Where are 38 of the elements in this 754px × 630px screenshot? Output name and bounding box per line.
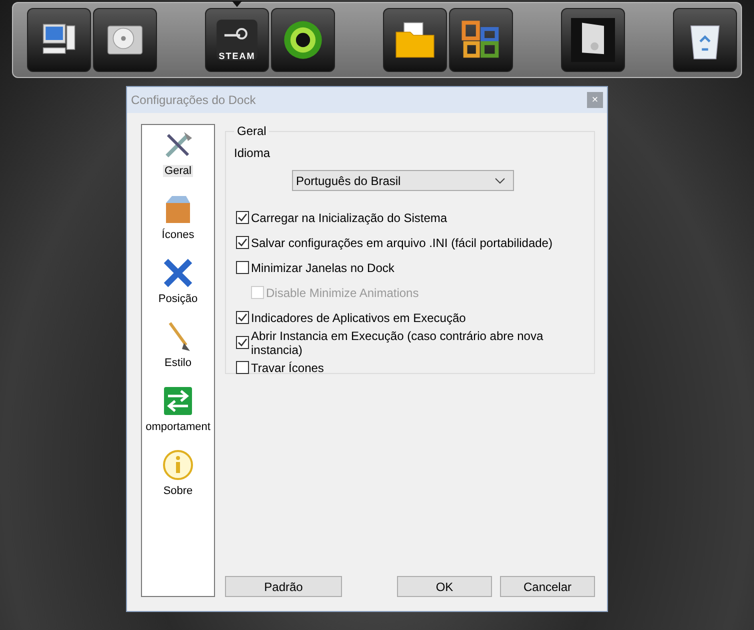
option-label: Minimizar Janelas no Dock <box>251 260 394 274</box>
sidebar-item[interactable]: Ícones <box>160 229 196 241</box>
option-label: Disable Minimize Animations <box>266 286 419 300</box>
language-label: Idioma <box>234 146 272 160</box>
checkbox[interactable] <box>236 211 249 224</box>
sidebar-item[interactable]: Estilo <box>162 357 194 369</box>
option-label: Indicadores de Aplicativos em Execução <box>251 310 466 324</box>
window-title: Configurações do Dock <box>131 93 256 107</box>
default-button[interactable]: Padrão <box>225 576 342 597</box>
ok-button[interactable]: OK <box>397 576 492 597</box>
dock-computer-item[interactable] <box>27 8 91 72</box>
dock-folder-item[interactable] <box>383 8 447 72</box>
language-dropdown[interactable]: Português do Brasil <box>292 170 514 191</box>
dock-drive-item[interactable] <box>93 8 157 72</box>
checkbox[interactable] <box>236 311 249 324</box>
cancel-button[interactable]: Cancelar <box>500 576 595 597</box>
move-icon[interactable] <box>162 257 194 289</box>
checkbox[interactable] <box>236 361 249 374</box>
sidebar-item[interactable]: omportament <box>144 421 212 433</box>
option-label: Abrir Instancia em Execução (caso contrário abre nova instancia) <box>251 328 544 356</box>
option-label: Salvar configurações em arquivo .INI (fácil portabilidade) <box>251 236 552 250</box>
chevron-down-icon <box>495 178 505 184</box>
dock-trash-item[interactable] <box>673 8 737 72</box>
steam-label: STEAM <box>218 51 256 61</box>
option-label: Travar Ícones <box>251 360 324 374</box>
sidebar-item[interactable]: Sobre <box>161 485 195 497</box>
swap-icon[interactable] <box>162 385 194 417</box>
option-label: Carregar na Inicialização do Sistema <box>251 210 448 224</box>
checkbox[interactable] <box>236 261 249 274</box>
sidebar-item[interactable]: Geral <box>162 165 194 177</box>
dock-steam-item[interactable]: STEAM <box>205 8 269 72</box>
dock-tablet-item[interactable] <box>561 8 625 72</box>
checkbox[interactable] <box>236 236 249 249</box>
checkbox[interactable] <box>236 336 249 349</box>
tablet-icon <box>568 18 618 62</box>
sidebar-item[interactable]: Posição <box>156 293 200 305</box>
group-title: Geral <box>236 124 268 138</box>
dock-office-item[interactable] <box>449 8 513 72</box>
